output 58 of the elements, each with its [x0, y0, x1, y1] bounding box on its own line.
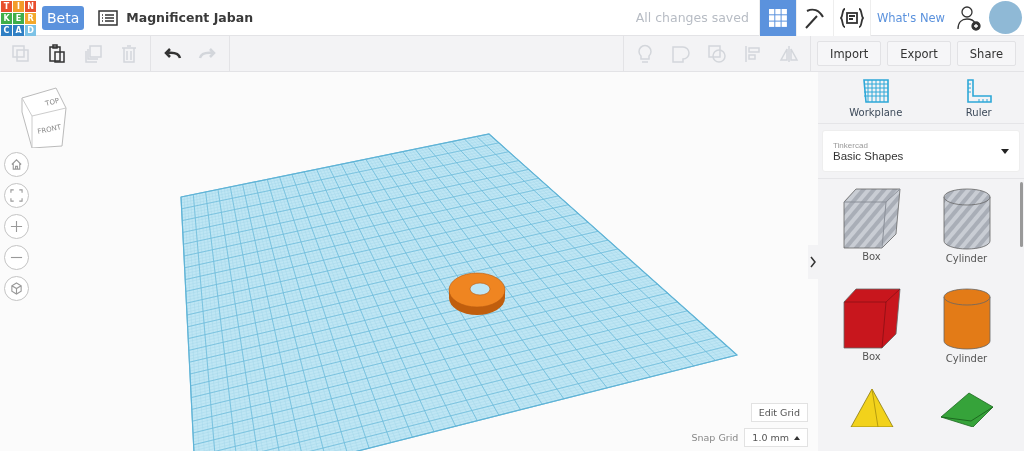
shape-item[interactable]: Cylinder	[919, 287, 1014, 379]
trash-icon	[119, 43, 139, 64]
torus-shape-drawing[interactable]	[448, 272, 506, 315]
chevron-right-icon	[810, 256, 816, 268]
logo-letter: T	[1, 0, 12, 12]
lightbulb-icon	[635, 43, 655, 64]
ruler-button[interactable]: Ruler	[964, 78, 993, 118]
logo[interactable]: T I N K E R C A D	[1, 0, 36, 36]
code-view-button[interactable]	[832, 0, 870, 36]
snap-grid-label: Snap Grid	[691, 432, 739, 443]
fit-button[interactable]	[4, 183, 29, 208]
paste-icon	[47, 43, 67, 64]
list-icon[interactable]	[98, 9, 119, 26]
home-button[interactable]	[4, 152, 29, 177]
ruler-icon	[964, 78, 993, 104]
cube-icon	[10, 282, 23, 295]
add-user-icon[interactable]	[956, 4, 982, 31]
logo-letter: A	[13, 24, 24, 36]
library-dropdown[interactable]: Tinkercad Basic Shapes	[822, 130, 1020, 172]
zoom-out-button[interactable]	[4, 245, 29, 270]
square-circle-icon	[707, 43, 727, 64]
zoom-in-button[interactable]	[4, 214, 29, 239]
logo-letter: N	[25, 0, 36, 12]
logo-letter: D	[25, 24, 36, 36]
logo-letter: R	[25, 12, 36, 24]
avatar[interactable]	[989, 1, 1022, 34]
fit-view-icon	[10, 189, 23, 202]
code-block-icon	[839, 6, 864, 29]
copy-icon	[11, 43, 31, 64]
zoom-in-icon	[10, 220, 23, 233]
edit-grid-button[interactable]: Edit Grid	[750, 403, 808, 422]
grid-icon	[767, 7, 788, 28]
logo-letter: E	[13, 12, 24, 24]
shape-item[interactable]: Cylinder	[919, 187, 1014, 279]
shape-item[interactable]: Box	[824, 187, 919, 279]
duplicate-icon	[83, 43, 103, 64]
shape-item[interactable]: Box	[824, 287, 919, 379]
project-title[interactable]: Magnificent Jaban	[126, 10, 254, 25]
logo-letter: I	[13, 0, 24, 12]
align-icon	[743, 43, 763, 64]
caret-icon	[1001, 148, 1009, 154]
action-button[interactable]: Share	[956, 41, 1016, 66]
save-status: All changes saved	[635, 10, 749, 25]
home-icon	[10, 158, 23, 171]
shape-icon	[671, 43, 691, 64]
action-button[interactable]: Import	[817, 41, 882, 66]
action-button[interactable]: Export	[887, 41, 951, 66]
caret-up-icon	[794, 435, 800, 440]
logo-letter: C	[1, 24, 12, 36]
logo-letter: K	[1, 12, 12, 24]
snap-grid-dropdown[interactable]: 1.0 mm	[744, 428, 808, 447]
workplane-button[interactable]: Workplane	[849, 78, 903, 118]
scrollbar[interactable]	[1020, 182, 1023, 247]
perspective-button[interactable]	[4, 276, 29, 301]
pickaxe-view-button[interactable]	[795, 0, 833, 36]
collapse-panel-button[interactable]	[808, 245, 818, 279]
mirror-icon	[779, 43, 799, 64]
workplane-icon	[861, 78, 890, 104]
